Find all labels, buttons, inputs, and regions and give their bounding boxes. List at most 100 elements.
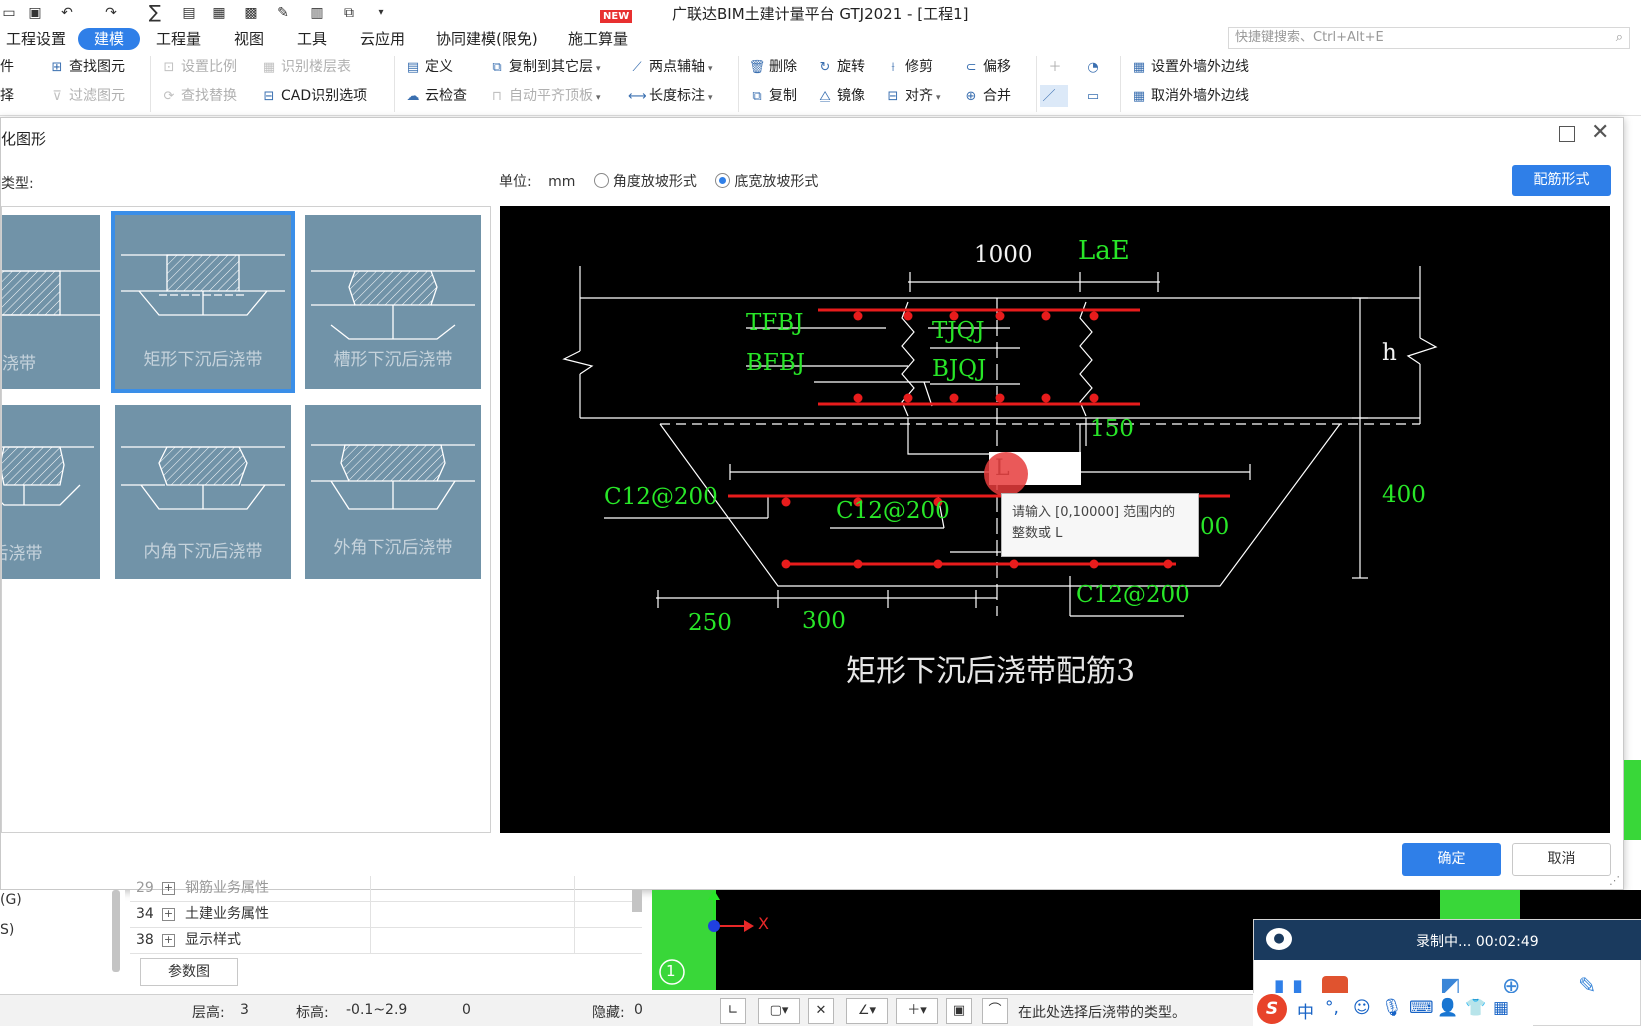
layers-icon[interactable]: ▥ [308,4,326,22]
cross-snap-icon[interactable]: ✕ [808,998,834,1024]
type-label: 类型: [1,176,34,192]
tile-outer-corner-sunken-strip[interactable]: 外角下沉后浇带 [305,405,481,579]
rebar-drawing-canvas[interactable]: 1000 LaE TFBJ TJQJ BFBJ BJQJ h 150 C12@2… [500,206,1610,833]
cloud-check-button[interactable]: ☁ 云检查 [404,85,468,107]
properties-scrollbar[interactable] [632,890,642,912]
tile-sunken-strip[interactable]: 下沉后浇带 [2,405,100,579]
filter-element-button[interactable]: ⊽ 过滤图元 [48,85,125,107]
resize-grip-icon[interactable]: ⋰ [1609,874,1620,887]
status-hint: 在此处选择后浇带的类型。 [1018,1005,1186,1021]
camera-icon[interactable]: ● [1266,928,1292,950]
radio-bottom-slope[interactable] [715,173,731,188]
param-diagram-button[interactable]: 参数图 [140,958,238,986]
ribbon-group1-row1[interactable]: 件 [0,56,14,78]
table-row[interactable]: 38 + 显示样式 [130,928,642,954]
grid-icon[interactable]: ▩ [242,4,260,22]
menu-quantities[interactable]: 工程量 [150,28,207,50]
length-dim-button[interactable]: ⟷ 长度标注 ▾ [628,85,713,107]
tile-post-pour-strip[interactable]: 形后浇带 [2,215,100,389]
copy-icon[interactable]: ⧉ [340,4,358,22]
find-replace-button[interactable]: ⟳ 查找替换 [160,85,237,107]
rebar-form-button[interactable]: 配筋形式 [1512,165,1611,196]
toolbox-icon[interactable]: ▦ [1493,998,1509,1018]
measure-tool-button[interactable]: ◔ [1084,56,1105,78]
two-point-axis-button[interactable]: ⟋ 两点辅轴 ▾ [628,56,712,78]
table-row[interactable]: 29 + 钢筋业务属性 [130,876,642,902]
microphone-icon[interactable]: 🎙 [1381,998,1403,1018]
cancel-outer-edge-button[interactable]: ▦ 取消外墙外边线 [1130,85,1249,107]
radio-bottom-label[interactable]: 底宽放坡形式 [734,174,818,190]
sogou-logo-icon[interactable]: S [1257,994,1287,1024]
angle-icon[interactable]: ∠▾ [846,998,888,1024]
cancel-button[interactable]: 取消 [1512,843,1611,876]
c12-mid-label: C12@200 [836,498,950,524]
dynamic-input-icon[interactable]: ＋▾ [896,998,938,1024]
tree-item[interactable]: (G) [0,892,22,908]
elevation-value: -0.1~2.9 [346,1002,408,1018]
radio-angle-label[interactable]: 角度放坡形式 [613,174,697,190]
snap-icon[interactable]: ▢▾ [758,998,800,1024]
menu-construction[interactable]: 施工算量 [562,28,634,50]
punctuation-icon[interactable]: °, [1325,998,1339,1018]
copy-to-floor-button[interactable]: ⧉ 复制到其它层 ▾ [488,56,600,78]
folder-icon[interactable]: ▭ [0,4,18,22]
maximize-icon[interactable] [1559,126,1575,142]
undo-icon[interactable]: ↶ [58,4,76,22]
auto-flush-slab-button[interactable]: ⊓ 自动平齐顶板 ▾ [488,85,601,107]
emoji-icon[interactable]: ☺ [1353,998,1371,1018]
left-scrollbar[interactable] [112,890,120,972]
rect-draw-button[interactable]: ▭ [1084,85,1105,107]
keyboard-icon[interactable]: ⌨ [1409,998,1434,1018]
skin-icon[interactable]: 👕 [1465,998,1486,1018]
search-icon[interactable]: ⌕ [1616,28,1623,48]
mirror-button[interactable]: ⧋ 镜像 [816,85,865,107]
line-draw-button[interactable]: ／ [1040,85,1068,107]
ime-mode-label[interactable]: 中 [1297,998,1314,1023]
copy-button[interactable]: ⧉ 复制 [748,85,797,107]
recognize-floors-button[interactable]: ▦ 识别楼层表 [260,56,351,78]
tile-inner-corner-sunken-strip[interactable]: 内角下沉后浇带 [115,405,291,579]
menu-cloud[interactable]: 云应用 [354,28,411,50]
set-outer-edge-button[interactable]: ▦ 设置外墙外边线 [1130,56,1249,78]
menu-project-settings[interactable]: 工程设置 [0,28,72,50]
set-scale-button[interactable]: ⊡ 设置比例 [160,56,237,78]
radio-angle-slope[interactable] [593,173,609,188]
edit-icon[interactable]: ✎ [274,4,292,22]
save-icon[interactable]: ▣ [26,4,44,22]
menu-tools[interactable]: 工具 [291,28,333,50]
menu-view[interactable]: 视图 [228,28,270,50]
align-button[interactable]: ⊟ 对齐 ▾ [884,85,941,107]
delete-button[interactable]: 🗑 删除 [748,56,797,78]
define-button[interactable]: ▤ 定义 [404,56,453,78]
report-icon[interactable]: ▤ [180,4,198,22]
slab-icon: ⊓ [491,89,503,104]
close-icon[interactable]: ✕ [1591,120,1609,145]
point-tool-button[interactable]: ＋ [1046,56,1067,78]
offset-button[interactable]: ⊂ 偏移 [962,56,1011,78]
redo-icon[interactable]: ↷ [102,4,120,22]
ribbon-group1-row2[interactable]: 择 [0,85,14,107]
pen-icon[interactable]: ✎ [1578,974,1596,999]
menu-collab[interactable]: 协同建模(限免) [430,28,544,50]
rotate-button[interactable]: ↻ 旋转 [816,56,865,78]
user-icon[interactable]: 👤 [1437,998,1458,1018]
merge-button[interactable]: ⊕ 合并 [962,85,1011,107]
tile-groove-sunken-strip[interactable]: 槽形下沉后浇带 [305,215,481,389]
c12-bottom-label: C12@200 [1076,582,1190,608]
sum-icon[interactable]: ∑ [146,4,164,22]
ortho-icon[interactable]: ∟ [720,998,746,1024]
tree-item[interactable]: S) [0,922,14,938]
find-element-button[interactable]: ⊞ 查找图元 [48,56,125,78]
quick-search-input[interactable]: 快捷键搜索、Ctrl+Alt+E ⌕ [1228,27,1630,49]
customize-icon[interactable]: ▾ [372,4,390,22]
ok-button[interactable]: 确定 [1402,843,1501,876]
table-row[interactable]: 34 + 土建业务属性 [130,902,642,928]
trim-button[interactable]: ⟊ 修剪 [884,56,933,78]
cad-options-button[interactable]: ⊟ CAD识别选项 [260,85,368,107]
table-icon[interactable]: ▦ [210,4,228,22]
tile-rect-sunken-strip[interactable]: 矩形下沉后浇带 [111,211,295,393]
trim-icon: ⟊ [891,60,895,75]
display-icon[interactable]: ▣ [946,998,972,1024]
menu-modeling[interactable]: 建模 [78,28,141,50]
arc-icon[interactable]: ⌒ [982,998,1008,1024]
